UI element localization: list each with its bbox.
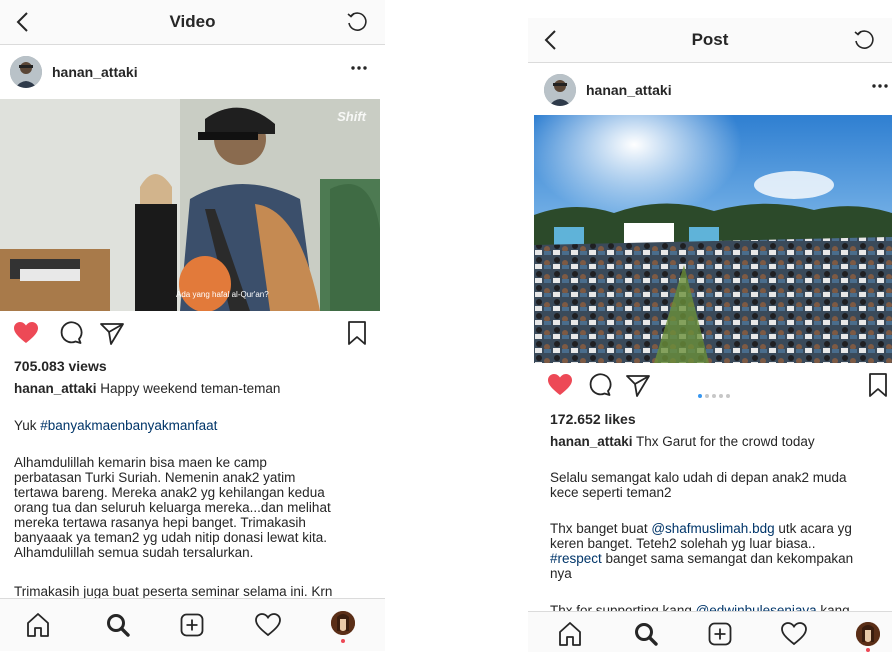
carousel-dot [712,394,716,398]
page-title: Video [169,12,216,31]
video-subtitle: Ada yang hafal al-Qur'an? [176,290,269,299]
post-header: hanan_attaki [0,44,385,100]
home-icon[interactable] [24,611,52,639]
caption-paragraph-2: Thx banget buat @shafmuslimah.bdg utk ac… [550,521,853,581]
caption-line: tertawa bareng. Mereka anak2 yg kehilang… [14,485,325,500]
heart-icon[interactable] [12,319,40,347]
bottom-tab-bar [528,611,892,652]
heart-icon[interactable] [546,371,574,399]
carousel-indicator [698,385,733,403]
caption-line: banyaaak ya teman2 yg udah nitip donasi … [14,530,327,545]
post-username[interactable]: hanan_attaki [52,44,138,100]
caption-line: Selalu semangat kalo udah di depan anak2… [550,470,847,485]
post-header: hanan_attaki [528,62,892,118]
search-icon[interactable] [632,620,660,648]
bookmark-icon[interactable] [864,371,892,399]
caption-line: perbatasan Turki Suriah. Nemenin anak2 y… [14,470,296,485]
video-frame [0,99,380,311]
caption-text: utk acara yg [774,521,852,536]
carousel-dot [726,394,730,398]
like-count[interactable]: 172.652 likes [550,411,636,427]
more-icon[interactable] [868,74,892,98]
profile-tab-avatar[interactable] [856,622,880,646]
post-actions [528,365,892,405]
caption-line: orang tua dan seluruh keluarga mereka...… [14,500,331,515]
caption-text: banget sama semangat dan kekompakan [601,551,854,566]
refresh-icon[interactable] [345,10,369,34]
post-screen: Post hanan_attaki 172.652 likes hanan_at… [528,18,892,652]
home-icon[interactable] [556,620,584,648]
mention-link[interactable]: @shafmuslimah.bdg [651,521,774,536]
page-title: Post [691,30,729,49]
post-actions [0,313,385,353]
post-video[interactable]: Shift Ada yang hafal al-Qur'an? [0,99,380,311]
carousel-dot [705,394,709,398]
video-screen: Video hanan_attaki Shift Ada yang hafal … [0,0,385,652]
comment-icon[interactable] [586,371,614,399]
hashtag-link[interactable]: #respect [550,551,602,566]
caption-text: Happy weekend teman-teman [100,381,281,396]
activity-icon[interactable] [780,620,808,648]
caption-line: keren banget. Teteh2 solehah yg luar bia… [550,536,816,551]
caption-text: Thx Garut for the crowd today [636,434,815,449]
post-username[interactable]: hanan_attaki [586,62,672,118]
carousel-dot [719,394,723,398]
share-icon[interactable] [98,319,126,347]
caption-line: Thx banget buat @shafmuslimah.bdg utk ac… [550,521,853,536]
add-icon[interactable] [178,611,206,639]
avatar[interactable] [10,56,42,88]
share-icon[interactable] [624,371,652,399]
add-icon[interactable] [706,620,734,648]
carousel-dot [698,394,702,398]
caption-paragraph-2: Alhamdulillah kemarin bisa maen ke camp … [14,455,331,560]
post-caption: hanan_attaki Thx Garut for the crowd tod… [550,434,815,449]
caption-line: kece seperti teman2 [550,485,672,500]
refresh-icon[interactable] [852,28,876,52]
crowd-photo [534,115,892,363]
caption-text: Thx banget buat [550,521,652,536]
bookmark-icon[interactable] [343,319,371,347]
view-count: 705.083 views [14,358,107,374]
caption-line: Alhamdulillah kemarin bisa maen ke camp [14,455,267,470]
top-nav-bar: Video [0,0,385,45]
notification-dot [341,639,345,643]
post-caption: hanan_attaki Happy weekend teman-teman [14,381,280,396]
caption-paragraph-1: Selalu semangat kalo udah di depan anak2… [550,470,846,500]
caption-paragraph-1: Yuk #banyakmaenbanyakmanfaat [14,418,217,433]
more-icon[interactable] [347,56,371,80]
video-watermark: Shift [337,109,366,124]
caption-line: #respect banget sama semangat dan kekomp… [550,551,853,566]
profile-tab-avatar[interactable] [331,611,355,635]
top-nav-bar: Post [528,18,892,63]
bottom-tab-bar [0,598,385,651]
caption-paragraph-3: Trimakasih juga buat peserta seminar sel… [14,584,333,599]
search-icon[interactable] [104,611,132,639]
activity-icon[interactable] [254,611,282,639]
caption-line: nya [550,566,572,581]
hashtag-link[interactable]: #banyakmaenbanyakmanfaat [40,418,217,433]
notification-dot [866,648,870,652]
caption-username[interactable]: hanan_attaki [550,434,633,449]
caption-line: mereka tertawa rasanya hepi banget. Trim… [14,515,306,530]
caption-line: Alhamdulillah semua sudah tersalurkan. [14,545,254,560]
post-photo[interactable] [534,115,892,363]
avatar[interactable] [544,74,576,106]
caption-username[interactable]: hanan_attaki [14,381,97,396]
comment-icon[interactable] [57,319,85,347]
caption-p1-text: Yuk [14,418,41,433]
